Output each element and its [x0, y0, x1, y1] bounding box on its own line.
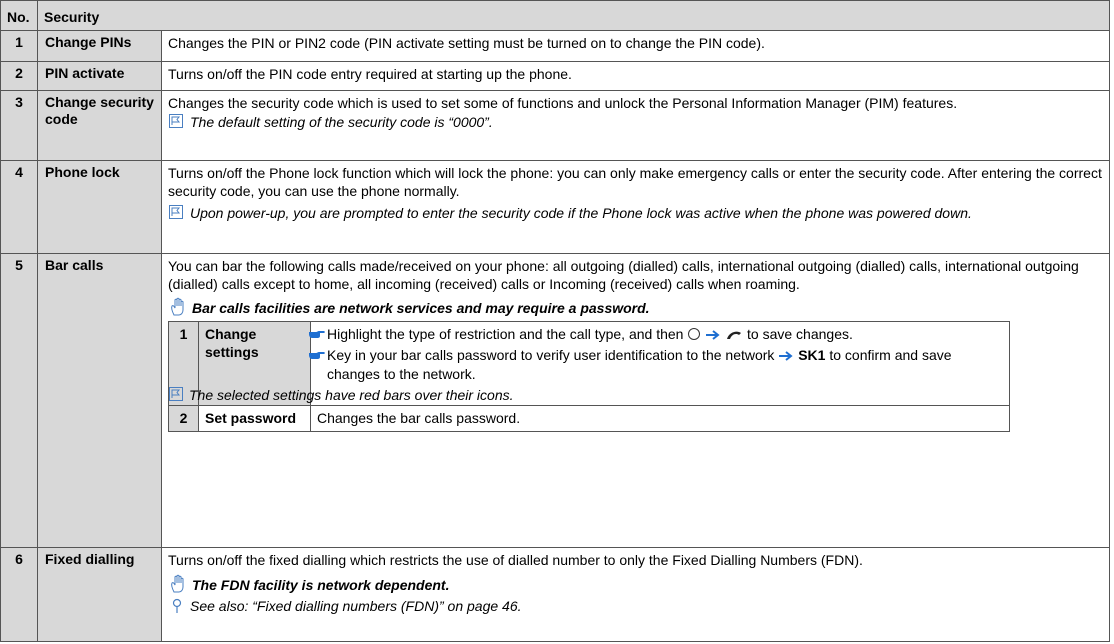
warning-text: Bar calls facilities are network service… [192, 299, 650, 316]
row-description-cell: You can bar the following calls made/rec… [161, 252, 1110, 548]
note: The selected settings have red bars over… [169, 386, 1003, 405]
row-number: 6 [0, 546, 38, 643]
send-key-icon [727, 331, 742, 339]
warning: Bar calls facilities are network service… [168, 297, 1109, 317]
row-name: Phone lock [37, 160, 162, 254]
bullet-item: Key in your bar calls password to verify… [169, 346, 1003, 384]
note: Upon power-up, you are prompted to enter… [168, 204, 1103, 222]
pushpin-icon [172, 598, 182, 613]
security-table: No. Security 1 Change PINs Changes the P… [0, 0, 1110, 643]
hand-warning-icon [171, 297, 184, 316]
note-flag-icon [169, 386, 183, 401]
note-flag-icon [169, 113, 183, 128]
table-row: 2 PIN activate Turns on/off the PIN code… [0, 60, 1110, 91]
note-flag-icon [169, 205, 183, 220]
sub-row-description-cell: Highlight the type of restriction and th… [169, 320, 1010, 406]
sub-row-name: Set password [198, 404, 311, 432]
sub-row: 2 Set password Changes the bar calls pas… [168, 404, 1010, 432]
row-description-cell: Turns on/off the fixed dialling which re… [161, 546, 1110, 643]
ok-key-icon [688, 327, 701, 340]
row-name: Change PINs [37, 30, 162, 62]
note: The default setting of the security code… [168, 113, 1103, 131]
header-no: No. [0, 0, 38, 32]
note-text: The default setting of the security code… [190, 113, 493, 130]
row-description: You can bar the following calls made/rec… [168, 257, 1079, 292]
row-number: 1 [0, 30, 38, 62]
row-name: Fixed dialling [37, 546, 162, 643]
softkey-label: SK1 [798, 346, 826, 363]
sub-row-description: Changes the bar calls password. [310, 404, 1010, 432]
row-description: Turns on/off the fixed dialling which re… [168, 551, 863, 568]
sub-row-number: 2 [168, 404, 199, 432]
bullet-item: Highlight the type of restriction and th… [169, 325, 1003, 344]
table-row: 5 Bar calls You can bar the following ca… [0, 252, 1110, 548]
table-row: 6 Fixed dialling Turns on/off the fixed … [0, 546, 1110, 643]
row-description-cell: Changes the security code which is used … [161, 89, 1110, 162]
pointing-hand-icon [309, 351, 325, 359]
see-also-text: See also: “Fixed dialling numbers (FDN)”… [190, 597, 522, 614]
row-description: Changes the security code which is used … [168, 94, 958, 111]
table-row: 4 Phone lock Turns on/off the Phone lock… [0, 160, 1110, 254]
warning-text: The FDN facility is network dependent. [192, 576, 450, 593]
arrow-right-icon [779, 350, 793, 361]
table-row: 3 Change security code Changes the secur… [0, 89, 1110, 162]
table-header-row: No. Security [0, 0, 1110, 32]
row-number: 2 [0, 60, 38, 91]
row-name: Change security code [37, 89, 162, 162]
hand-warning-icon [171, 574, 184, 593]
see-also: See also: “Fixed dialling numbers (FDN)”… [168, 597, 1103, 615]
row-name: PIN activate [37, 60, 162, 91]
row-description: Turns on/off the PIN code entry required… [161, 60, 1110, 91]
row-description-cell: Turns on/off the Phone lock function whi… [161, 160, 1110, 254]
sub-table: 1 Change settings Highlight the type of … [168, 320, 1010, 432]
row-number: 3 [0, 89, 38, 162]
bullet-text: Key in your bar calls password to verify… [327, 346, 775, 363]
warning: The FDN facility is network dependent. [168, 574, 1103, 594]
note-text: The selected settings have red bars over… [189, 386, 514, 403]
table-row: 1 Change PINs Changes the PIN or PIN2 co… [0, 30, 1110, 62]
note-text: Upon power-up, you are prompted to enter… [190, 205, 972, 222]
row-number: 4 [0, 160, 38, 254]
bullet-text: to save changes. [747, 325, 853, 342]
row-name: Bar calls [37, 252, 162, 548]
pointing-hand-icon [309, 330, 325, 338]
header-title: Security [37, 0, 1110, 32]
row-number: 5 [0, 252, 38, 548]
row-description: Changes the PIN or PIN2 code (PIN activa… [161, 30, 1110, 62]
arrow-right-icon [706, 329, 720, 340]
bullet-text: Highlight the type of restriction and th… [327, 325, 684, 342]
row-description: Turns on/off the Phone lock function whi… [168, 165, 1102, 200]
sub-row: 1 Change settings Highlight the type of … [168, 320, 1010, 406]
